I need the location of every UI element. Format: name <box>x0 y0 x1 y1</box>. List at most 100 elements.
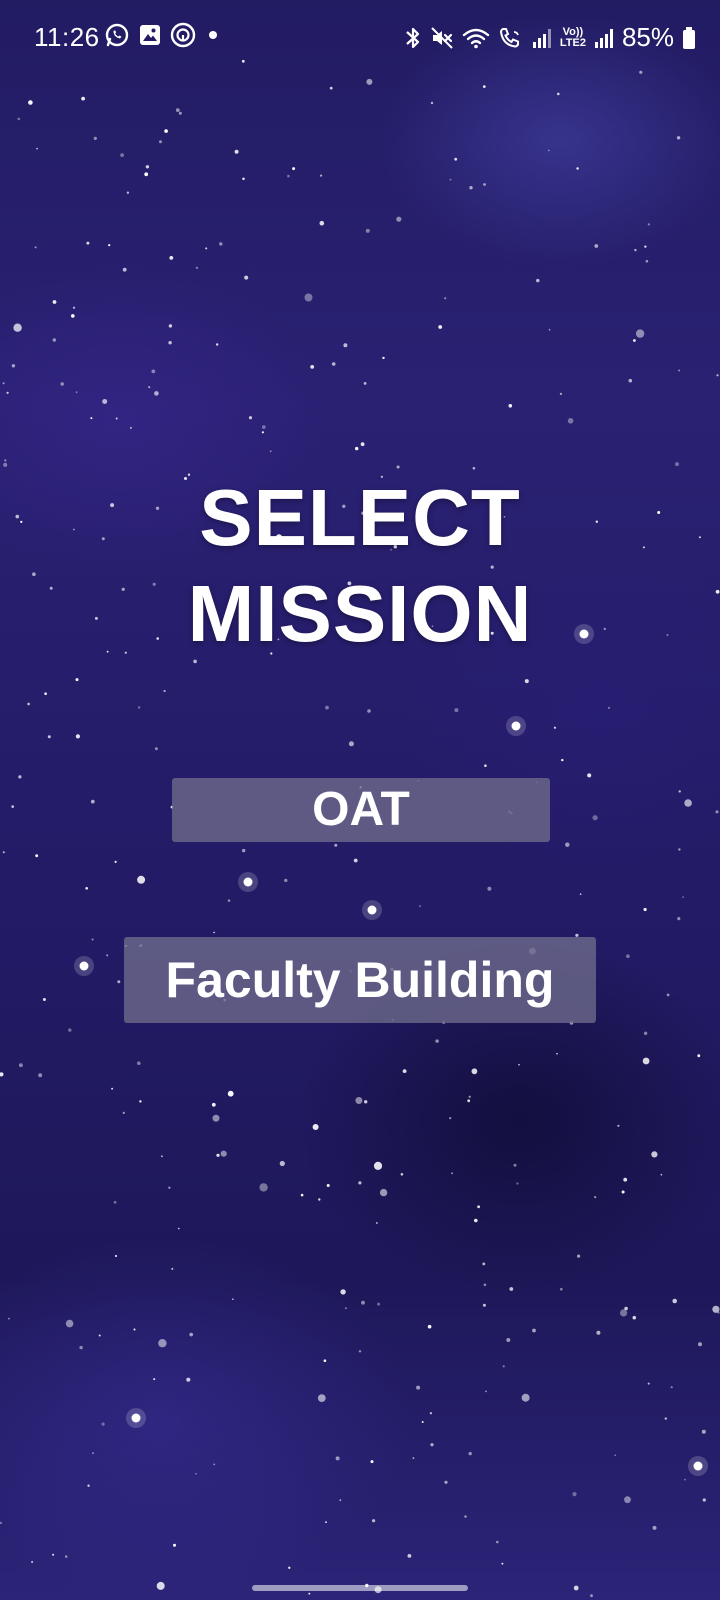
star <box>329 86 333 90</box>
star <box>382 356 385 360</box>
star <box>242 177 245 181</box>
star <box>483 85 486 88</box>
star <box>52 1553 55 1556</box>
star <box>189 1332 193 1337</box>
star <box>353 858 358 863</box>
star <box>675 462 679 467</box>
star <box>156 1581 165 1590</box>
star <box>621 1190 625 1194</box>
star <box>232 1298 234 1300</box>
star <box>334 843 338 847</box>
star <box>666 993 670 997</box>
star <box>449 1117 452 1120</box>
star <box>205 247 208 250</box>
star <box>672 1298 677 1304</box>
star <box>164 129 168 133</box>
bright-star <box>243 877 253 887</box>
star <box>2 851 5 854</box>
star <box>144 172 149 177</box>
star <box>75 678 79 682</box>
star <box>645 259 649 263</box>
star <box>323 1359 327 1362</box>
star <box>355 446 359 451</box>
whatsapp-icon <box>104 22 130 48</box>
star <box>262 425 266 429</box>
star <box>242 848 246 853</box>
star <box>213 931 215 934</box>
star <box>572 1492 577 1497</box>
star <box>427 1324 432 1329</box>
star <box>430 101 434 105</box>
star <box>139 1100 142 1103</box>
home-indicator[interactable] <box>252 1585 468 1591</box>
wifi-icon <box>462 26 490 50</box>
star <box>269 450 272 453</box>
star <box>284 878 288 883</box>
star <box>168 1186 171 1189</box>
star <box>485 1390 487 1393</box>
select-mission-title: SELECT MISSION <box>0 470 720 662</box>
star <box>623 1177 628 1182</box>
star <box>85 887 88 890</box>
star <box>133 1328 136 1331</box>
star <box>161 1155 163 1158</box>
star <box>421 1421 424 1423</box>
star <box>594 1196 597 1199</box>
star <box>524 679 529 684</box>
star <box>652 1525 657 1530</box>
star <box>444 297 447 300</box>
mission-oat-button[interactable]: OAT <box>172 778 550 842</box>
bright-star <box>693 1461 703 1471</box>
star <box>115 417 118 420</box>
star <box>71 314 75 318</box>
star <box>678 848 681 851</box>
star <box>115 1255 117 1257</box>
star <box>573 1585 579 1591</box>
star <box>87 1484 90 1487</box>
star <box>175 108 180 112</box>
star <box>635 329 645 338</box>
star <box>697 1054 701 1058</box>
star <box>335 1456 340 1461</box>
star <box>320 174 323 177</box>
star <box>664 1417 667 1420</box>
star <box>677 917 681 921</box>
star <box>430 1443 434 1447</box>
star <box>195 266 198 269</box>
gallery-icon <box>138 23 162 47</box>
star <box>11 364 16 368</box>
star <box>647 223 650 226</box>
star <box>482 1262 486 1266</box>
star <box>151 369 156 374</box>
star <box>626 954 630 958</box>
star <box>429 1412 433 1415</box>
star <box>319 220 325 226</box>
star <box>93 136 97 140</box>
star <box>361 1300 365 1305</box>
star <box>31 1561 34 1563</box>
mission-faculty-building-button[interactable]: Faculty Building <box>124 937 596 1023</box>
title-line-2: MISSION <box>187 569 533 658</box>
star <box>548 149 550 152</box>
star <box>344 1307 347 1310</box>
star <box>261 431 264 434</box>
star <box>111 1087 113 1090</box>
star <box>86 241 90 245</box>
star <box>163 689 166 693</box>
star <box>52 300 57 304</box>
star <box>596 1330 601 1335</box>
star <box>287 174 290 178</box>
star <box>300 1193 304 1197</box>
star <box>396 216 402 222</box>
star <box>364 1100 368 1104</box>
star <box>402 1069 407 1073</box>
star <box>27 702 30 706</box>
star <box>716 374 719 377</box>
star <box>464 1515 467 1518</box>
star <box>60 382 64 386</box>
star <box>620 1309 628 1317</box>
star <box>75 734 80 739</box>
star <box>173 1543 176 1547</box>
star <box>379 1188 388 1197</box>
star <box>325 1521 327 1524</box>
